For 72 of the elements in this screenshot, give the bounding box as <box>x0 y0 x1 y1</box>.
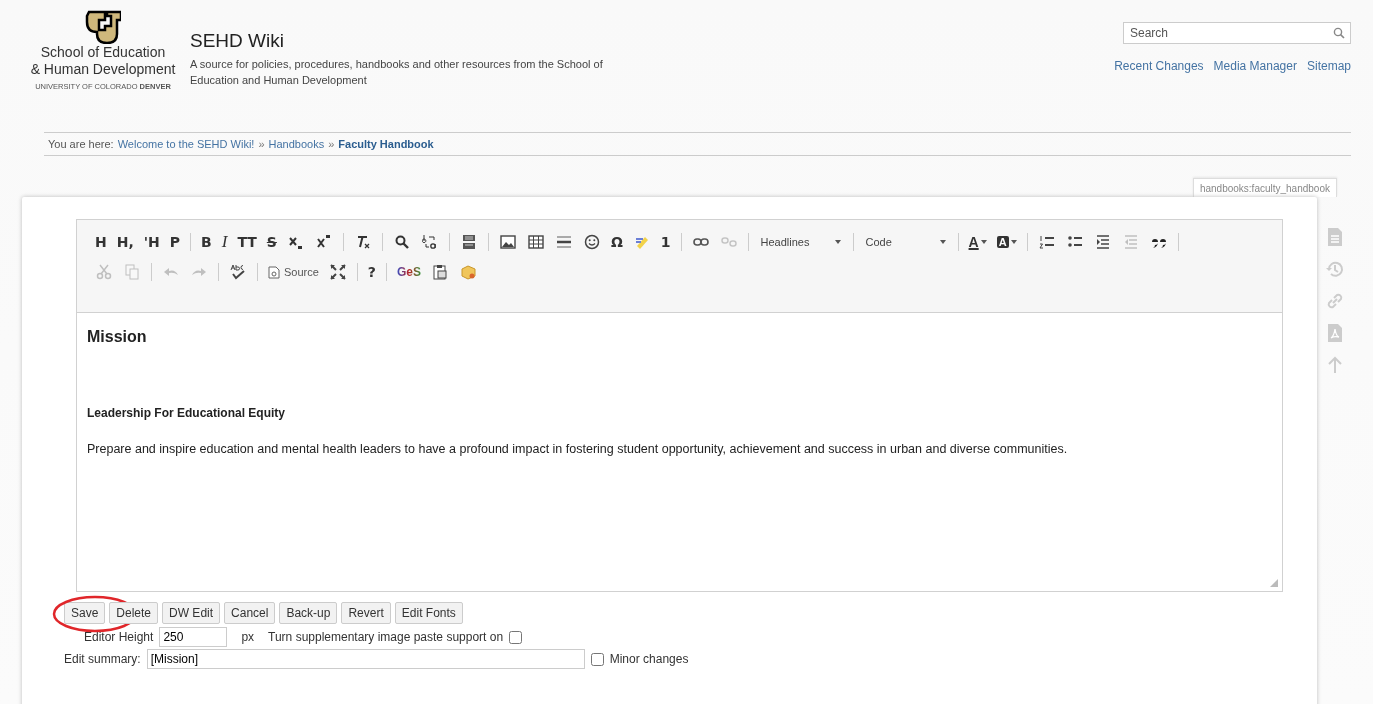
caret-icon <box>939 240 946 244</box>
editor-height-field[interactable]: 250 <box>159 627 228 647</box>
checkbox-label: Turn supplementary image paste support on <box>268 630 504 644</box>
bullet-list-icon[interactable] <box>1066 234 1083 250</box>
toolbar-button[interactable]: ? <box>365 264 378 280</box>
logo-text: School of Education <box>40 44 166 61</box>
field-label: Edit summary: <box>64 652 141 666</box>
edit-summary-field[interactable]: [Mission] <box>146 649 585 669</box>
checkbox-label: Minor changes <box>609 652 689 666</box>
toolbar-button[interactable]: P <box>167 234 183 250</box>
superscript-icon[interactable] <box>315 234 332 250</box>
site-title[interactable]: SEHD Wiki <box>190 30 650 52</box>
source-button[interactable]: Source <box>266 265 321 279</box>
indent-icon[interactable] <box>1094 234 1111 250</box>
form-button[interactable]: Edit Fonts <box>394 602 463 624</box>
toolbar-button[interactable]: I <box>219 232 230 252</box>
replace-icon[interactable] <box>421 234 438 250</box>
toolbar-button[interactable]: H, <box>114 234 136 250</box>
source-icon <box>268 265 280 279</box>
toolbar-button[interactable]: 'H <box>141 234 162 250</box>
breadcrumb-link[interactable]: Welcome to the SEHD Wiki! <box>117 138 255 150</box>
logo-text: & Human Development <box>30 61 176 78</box>
caret-icon <box>980 240 987 244</box>
paste-icon[interactable] <box>432 264 448 280</box>
nav-link[interactable]: Media Manager <box>1213 59 1297 73</box>
caret-icon <box>834 240 841 244</box>
toolbar-button[interactable]: B <box>199 234 214 250</box>
smiley-icon[interactable] <box>583 234 600 250</box>
content-heading: Mission <box>87 327 148 346</box>
text-color-button[interactable]: A <box>966 234 989 250</box>
breadcrumb-link[interactable]: Faculty Handbook <box>338 138 434 150</box>
format-dropdown[interactable]: Code <box>861 236 950 248</box>
ges-button[interactable]: GeS <box>395 265 423 279</box>
unit-label: px <box>241 630 255 644</box>
package-icon[interactable] <box>460 264 476 280</box>
content-paragraph: Prepare and inspire education and mental health leaders to have a profound impact in fostering student opportunity, achievement and success in urban and diverse communities. <box>87 442 1069 456</box>
field-label: Editor Height <box>84 630 154 644</box>
minor-changes-checkbox[interactable] <box>590 652 604 666</box>
maximize-icon[interactable] <box>329 264 346 280</box>
form-button[interactable]: Save <box>64 602 106 624</box>
toolbar-button[interactable]: 1 <box>658 234 673 250</box>
spellcheck-icon[interactable] <box>230 264 246 280</box>
resize-grip-icon[interactable] <box>1270 579 1278 587</box>
breadcrumb-separator: » <box>258 138 265 150</box>
search-icon[interactable] <box>393 234 410 250</box>
image-icon[interactable] <box>499 234 516 250</box>
form-button[interactable]: Cancel <box>224 602 276 624</box>
marker-icon[interactable] <box>633 234 650 250</box>
form-button[interactable]: DW Edit <box>162 602 221 624</box>
toolbar-button[interactable]: Ω <box>608 234 625 250</box>
caret-icon <box>1010 240 1017 244</box>
paste-support-checkbox[interactable] <box>509 630 523 644</box>
form-button[interactable]: Revert <box>341 602 391 624</box>
breadcrumb-link[interactable]: Handbooks <box>268 138 325 150</box>
numbered-list-icon[interactable] <box>1038 234 1055 250</box>
content-subheading: Leadership For Educational Equity <box>87 406 287 420</box>
form-button[interactable]: Back-up <box>279 602 338 624</box>
toolbar-button[interactable]: S <box>264 234 279 250</box>
nav-link[interactable]: Recent Changes <box>1114 59 1204 73</box>
form-button[interactable]: Delete <box>109 602 159 624</box>
page-break-icon[interactable] <box>460 234 477 250</box>
table-icon[interactable] <box>527 234 544 250</box>
toolbar-button[interactable]: TT <box>235 234 259 250</box>
site-tagline: A source for policies, procedures, handbooks and other resources from the School of Education and Human Development <box>190 57 604 88</box>
horizontal-rule-icon[interactable] <box>555 234 572 250</box>
breadcrumb-label: You are here: <box>48 138 114 150</box>
search-field[interactable]: Search <box>1123 22 1351 44</box>
logo-icon <box>85 10 121 44</box>
toolbar-button[interactable]: H <box>93 234 109 250</box>
format-dropdown[interactable]: Headlines <box>756 236 845 248</box>
breadcrumb-separator: » <box>328 138 335 150</box>
nav-link[interactable]: Sitemap <box>1306 59 1351 73</box>
